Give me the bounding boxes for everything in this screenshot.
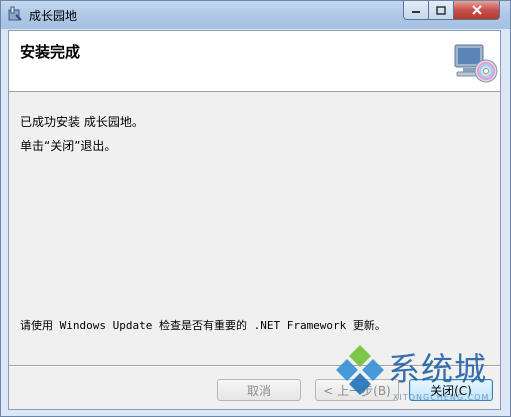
minimize-icon	[412, 11, 420, 13]
watermark-brand: 系统城	[388, 350, 488, 388]
page-title: 安装完成	[20, 43, 81, 61]
computer-cd-icon	[454, 44, 498, 83]
site-watermark: 系统城 XITONGCHENG.COM	[333, 339, 509, 413]
header-banner: 安装完成	[9, 31, 500, 92]
install-success-message: 已成功安装 成长园地。	[20, 115, 144, 129]
close-icon	[471, 5, 482, 15]
watermark-url: XITONGCHENG.COM	[393, 393, 490, 402]
minimize-button[interactable]	[403, 1, 429, 20]
window-title: 成长园地	[29, 9, 78, 23]
title-bar[interactable]: 成长园地	[1, 1, 510, 29]
update-advice: 请使用 Windows Update 检查是否有重要的 .NET Framewo…	[20, 319, 386, 332]
exit-instruction: 单击“关闭”退出。	[20, 139, 117, 153]
maximize-button[interactable]	[428, 1, 454, 20]
close-window-button[interactable]	[453, 1, 500, 20]
installer-window: 成长园地 安装完成 已成功安装 成长园地。 单击“关闭”退出。 请使用 Wind…	[0, 0, 511, 417]
diamond-logo-icon	[336, 345, 384, 395]
installer-app-icon	[8, 6, 22, 21]
maximize-icon	[436, 5, 446, 15]
cancel-button[interactable]: 取消	[217, 379, 301, 401]
